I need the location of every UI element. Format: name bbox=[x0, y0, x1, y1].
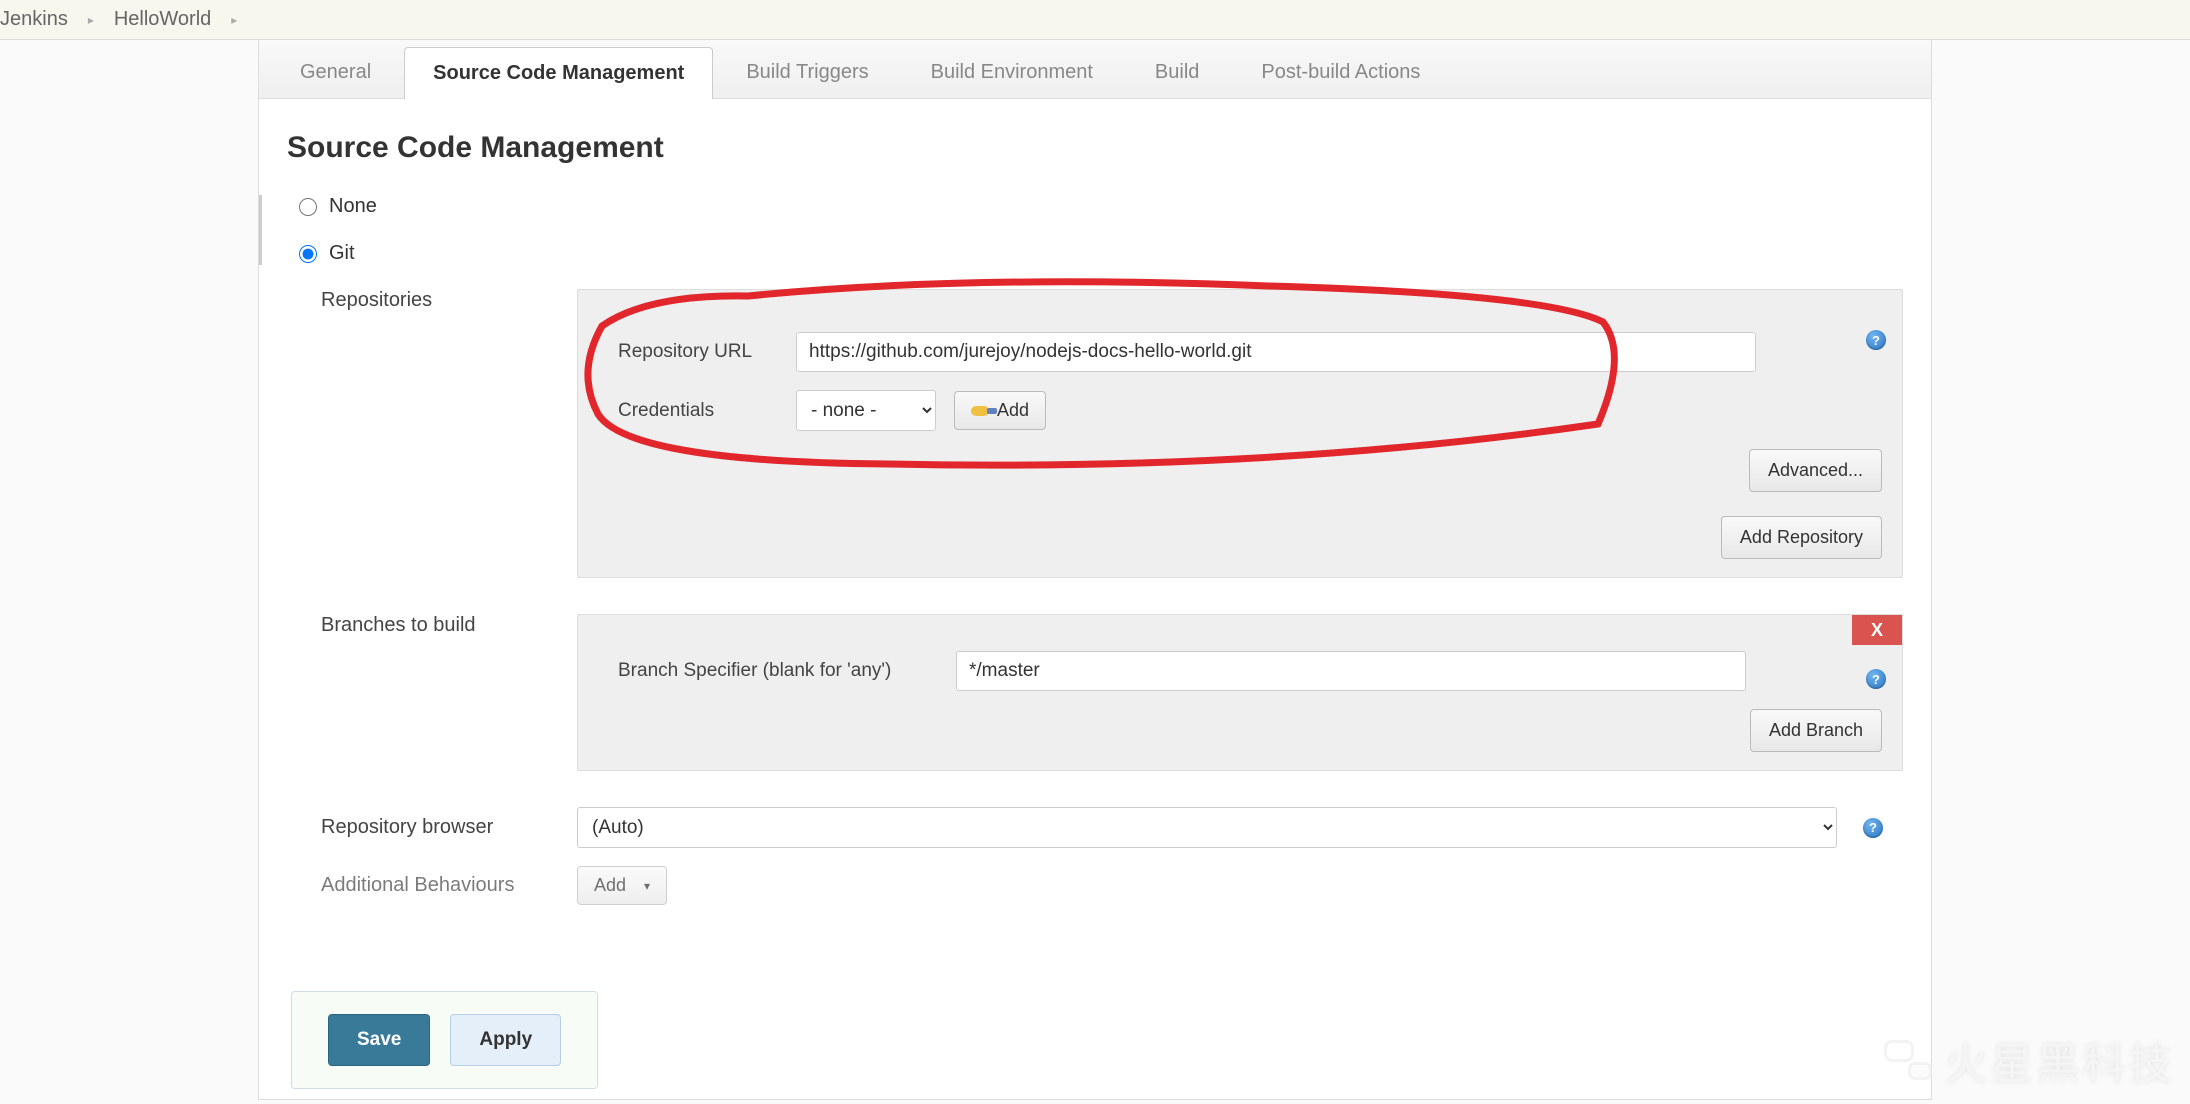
chat-icon bbox=[1884, 1040, 1932, 1080]
key-icon bbox=[971, 406, 989, 416]
branch-spec-label: Branch Specifier (blank for 'any') bbox=[618, 660, 938, 682]
scm-git-radio[interactable] bbox=[299, 245, 317, 263]
tab-bar: General Source Code Management Build Tri… bbox=[259, 40, 1931, 99]
addl-behaviours-label: Additional Behaviours bbox=[321, 874, 551, 897]
config-panel: General Source Code Management Build Tri… bbox=[258, 40, 1932, 1100]
delete-branch-button[interactable]: X bbox=[1852, 615, 1902, 645]
scm-git-label: Git bbox=[329, 242, 355, 265]
help-icon[interactable]: ? bbox=[1866, 330, 1886, 350]
repo-browser-label: Repository browser bbox=[321, 816, 551, 839]
save-button[interactable]: Save bbox=[328, 1014, 430, 1066]
tab-scm[interactable]: Source Code Management bbox=[404, 47, 713, 99]
tab-build-triggers[interactable]: Build Triggers bbox=[717, 46, 897, 98]
repo-browser-select[interactable]: (Auto) bbox=[577, 807, 1837, 848]
branches-label: Branches to build bbox=[321, 614, 551, 637]
watermark: 火星黑科技 bbox=[1884, 1028, 2174, 1092]
repo-url-input[interactable] bbox=[796, 332, 1756, 372]
branch-spec-input[interactable] bbox=[956, 651, 1746, 691]
section-title: Source Code Management bbox=[287, 131, 1903, 165]
tab-post-build[interactable]: Post-build Actions bbox=[1232, 46, 1449, 98]
breadcrumb-project[interactable]: HelloWorld bbox=[114, 8, 211, 31]
chevron-right-icon: ▸ bbox=[88, 13, 94, 27]
add-repository-button[interactable]: Add Repository bbox=[1721, 516, 1882, 559]
breadcrumb: Jenkins ▸ HelloWorld ▸ bbox=[0, 0, 2190, 40]
tab-general[interactable]: General bbox=[271, 46, 400, 98]
add-cred-label: Add bbox=[997, 400, 1029, 421]
add-branch-button[interactable]: Add Branch bbox=[1750, 709, 1882, 752]
repository-panel: ? Repository URL Credentials - none - bbox=[577, 289, 1903, 578]
footer-actions: Save Apply bbox=[291, 991, 598, 1089]
tab-build[interactable]: Build bbox=[1126, 46, 1228, 98]
repo-url-label: Repository URL bbox=[618, 341, 778, 363]
scm-none-label: None bbox=[329, 195, 377, 218]
branch-panel: X ? Branch Specifier (blank for 'any') A… bbox=[577, 614, 1903, 771]
tab-build-env[interactable]: Build Environment bbox=[902, 46, 1122, 98]
credentials-label: Credentials bbox=[618, 400, 778, 422]
help-icon[interactable]: ? bbox=[1863, 818, 1883, 838]
scm-radio-group: None Git bbox=[259, 195, 1903, 265]
apply-button[interactable]: Apply bbox=[450, 1014, 561, 1066]
help-icon[interactable]: ? bbox=[1866, 669, 1886, 689]
add-credentials-button[interactable]: Add bbox=[954, 391, 1046, 430]
breadcrumb-root[interactable]: Jenkins bbox=[0, 8, 68, 31]
watermark-text: 火星黑科技 bbox=[1944, 1028, 2174, 1092]
scm-none-radio[interactable] bbox=[299, 198, 317, 216]
credentials-select[interactable]: - none - bbox=[796, 390, 936, 431]
advanced-button[interactable]: Advanced... bbox=[1749, 449, 1882, 492]
add-behaviour-button[interactable]: Add bbox=[577, 866, 667, 905]
chevron-right-icon: ▸ bbox=[231, 13, 237, 27]
repositories-label: Repositories bbox=[321, 289, 551, 312]
